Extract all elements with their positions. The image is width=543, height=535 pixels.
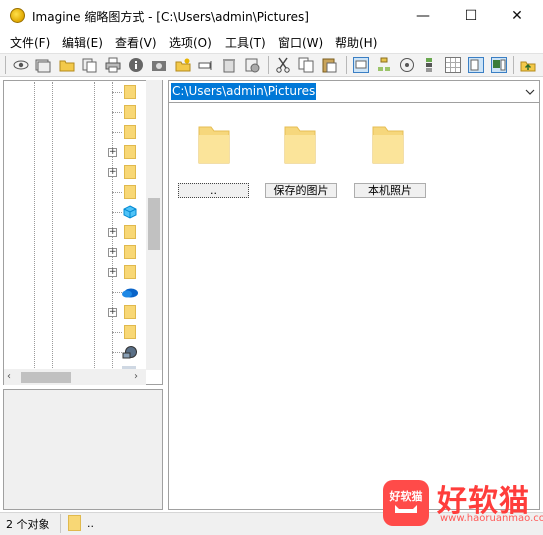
address-path[interactable]: C:\Users\admin\Pictures	[171, 83, 317, 100]
tree-vertical-scroll-thumb[interactable]	[148, 198, 160, 250]
app-logo-icon	[10, 8, 25, 23]
tree-line	[112, 132, 122, 133]
folder-icon[interactable]	[356, 123, 420, 183]
file-label[interactable]: 保存的图片	[265, 183, 337, 198]
watermark-logo-text: 好软猫	[389, 490, 423, 503]
status-divider	[60, 514, 61, 533]
tree-folder-icon[interactable]	[124, 305, 136, 319]
preview-pane	[3, 389, 163, 510]
toolbar-separator	[268, 56, 269, 74]
info-icon[interactable]	[128, 57, 144, 73]
scroll-left-icon[interactable]: ‹	[7, 371, 17, 383]
scroll-right-icon[interactable]: ›	[134, 371, 144, 383]
panel-icon[interactable]	[491, 57, 507, 73]
tree-line	[112, 92, 122, 93]
menu-tools[interactable]: 工具(T)	[225, 34, 266, 51]
toolbar-separator	[513, 56, 514, 74]
tree-line	[112, 82, 113, 370]
menu-options[interactable]: 选项(O)	[169, 34, 212, 51]
tree-folder-icon[interactable]	[124, 105, 136, 119]
grid-icon[interactable]	[445, 57, 461, 73]
tree-expand-button[interactable]: +	[108, 308, 117, 317]
maximize-button[interactable]: ☐	[448, 0, 494, 32]
tree-folder-icon[interactable]	[124, 265, 136, 279]
tree-horizontal-scroll-thumb[interactable]	[21, 372, 71, 383]
menu-help[interactable]: 帮助(H)	[335, 34, 377, 51]
copy-icon[interactable]	[298, 57, 314, 73]
tree-expand-button[interactable]: +	[108, 268, 117, 277]
tree-expand-button[interactable]: +	[108, 148, 117, 157]
close-button[interactable]: ✕	[494, 0, 540, 32]
filter-icon[interactable]	[422, 57, 438, 73]
delete-icon[interactable]	[221, 57, 237, 73]
onedrive-icon[interactable]	[121, 286, 139, 298]
file-label[interactable]: 本机照片	[354, 183, 426, 198]
rename-icon[interactable]	[198, 57, 214, 73]
folder-icon[interactable]	[182, 123, 246, 183]
print-icon[interactable]	[105, 57, 121, 73]
toolbar-grip	[5, 56, 6, 74]
paste-icon[interactable]	[321, 57, 337, 73]
tree-line	[52, 82, 53, 370]
tree-line	[34, 82, 35, 370]
open-folder-icon[interactable]	[59, 57, 75, 73]
slideshow-icon[interactable]	[35, 57, 51, 73]
tree-expand-button[interactable]: +	[108, 168, 117, 177]
network-icon[interactable]	[121, 345, 139, 359]
cat-face-icon	[395, 505, 417, 513]
window-title: Imagine 缩略图方式 - [C:\Users\admin\Pictures…	[32, 10, 309, 24]
status-path: ..	[87, 517, 94, 530]
tree-folder-icon[interactable]	[124, 145, 136, 159]
batch-icon[interactable]	[244, 57, 260, 73]
tree-folder-icon[interactable]	[124, 225, 136, 239]
menu-edit[interactable]: 编辑(E)	[62, 34, 103, 51]
folder-tree[interactable]	[3, 80, 163, 385]
camera-icon[interactable]	[151, 57, 167, 73]
copy-to-icon[interactable]	[81, 57, 97, 73]
tree-icon[interactable]	[376, 57, 392, 73]
tree-expand-button[interactable]: +	[108, 248, 117, 257]
tree-folder-icon[interactable]	[124, 125, 136, 139]
watermark-logo: 好软猫	[383, 480, 429, 526]
menu-file[interactable]: 文件(F)	[10, 34, 50, 51]
tree-line	[112, 332, 122, 333]
up-folder-icon[interactable]	[520, 57, 536, 73]
3d-objects-icon[interactable]	[122, 205, 138, 219]
menu-view[interactable]: 查看(V)	[115, 34, 157, 51]
minimize-button[interactable]: —	[400, 0, 446, 32]
refresh-icon[interactable]	[399, 57, 415, 73]
tree-folder-icon[interactable]	[124, 325, 136, 339]
tree-line	[112, 212, 122, 213]
new-folder-icon[interactable]	[175, 57, 191, 73]
preview-icon[interactable]	[468, 57, 484, 73]
folder-icon	[68, 515, 81, 531]
tree-line	[112, 192, 122, 193]
toolbar-separator	[346, 56, 347, 74]
cut-icon[interactable]	[275, 57, 291, 73]
watermark-url: www.haoruanmao.com	[440, 513, 543, 524]
tree-folder-icon[interactable]	[124, 245, 136, 259]
tree-folder-icon[interactable]	[124, 85, 136, 99]
menu-window[interactable]: 窗口(W)	[278, 34, 323, 51]
file-label[interactable]: ..	[178, 183, 249, 198]
folder-icon[interactable]	[268, 123, 332, 183]
tree-line	[112, 112, 122, 113]
tree-line	[94, 82, 95, 370]
status-object-count: 2 个对象	[6, 518, 50, 531]
view-icon[interactable]	[13, 57, 29, 73]
thumbnail-view-icon[interactable]	[353, 57, 369, 73]
tree-folder-icon[interactable]	[124, 165, 136, 179]
chevron-down-icon[interactable]	[524, 85, 536, 99]
tree-folder-icon[interactable]	[124, 185, 136, 199]
tree-expand-button[interactable]: +	[108, 228, 117, 237]
